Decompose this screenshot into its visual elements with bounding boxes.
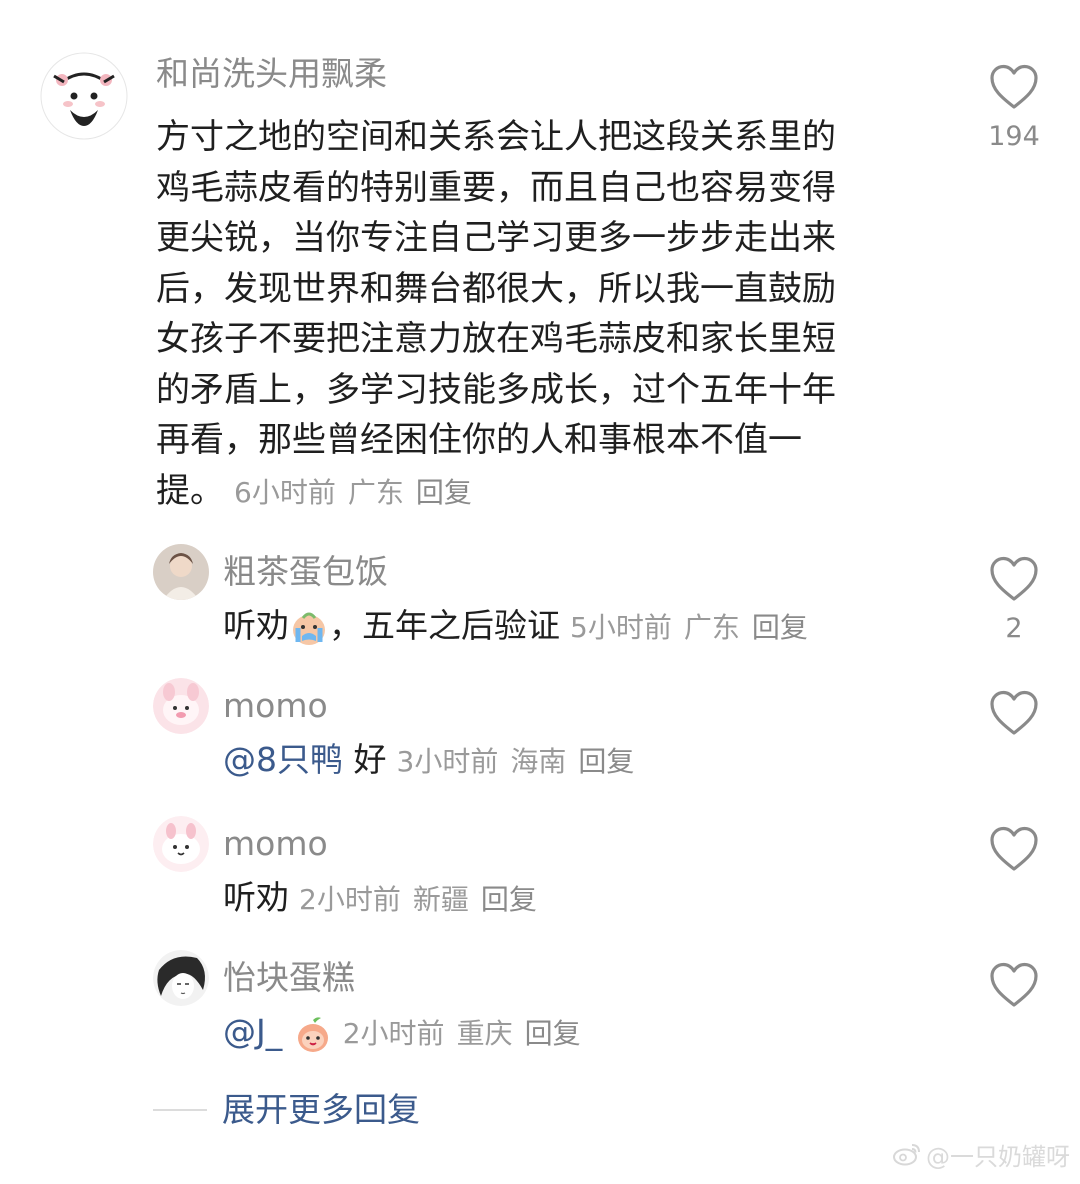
divider (153, 1109, 207, 1111)
avatar[interactable] (40, 52, 128, 140)
reply-item: momo @8只鸭 好 3小时前 海南 回复 (153, 678, 933, 779)
pink-bunny-avatar-icon (153, 678, 209, 734)
reply-location: 重庆 (456, 1017, 513, 1050)
reply-username[interactable]: momo (223, 822, 328, 866)
photo-avatar-icon (153, 544, 209, 600)
heart-icon (990, 962, 1038, 1007)
like-button[interactable] (984, 962, 1044, 1008)
cartoon-face-avatar-icon (40, 52, 128, 140)
reply-text-part: 听劝 (223, 878, 289, 917)
reply-button[interactable]: 回复 (578, 745, 634, 778)
reply-username[interactable]: momo (223, 684, 328, 728)
like-button[interactable] (984, 826, 1044, 872)
reply-item: momo 听劝 2小时前 新疆 回复 (153, 816, 933, 917)
reply-meta: 2小时前 重庆 回复 (343, 1017, 581, 1050)
reply-time: 2小时前 (299, 883, 401, 916)
comment-line: 后，发现世界和舞台都很大，所以我一直鼓励 (156, 268, 836, 309)
reply-location: 新疆 (412, 883, 469, 916)
comment-meta: 6小时前 广东 回复 (234, 476, 472, 509)
reply-text-part: 听劝 (223, 606, 289, 645)
heart-icon (990, 826, 1038, 871)
reply-meta: 2小时前 新疆 回复 (299, 883, 537, 916)
like-count: 194 (988, 121, 1040, 152)
reply-username[interactable]: 怡块蛋糕 (223, 956, 355, 1000)
avatar[interactable] (153, 544, 209, 600)
reply-meta: 3小时前 海南 回复 (397, 745, 635, 778)
reply-button[interactable]: 回复 (416, 476, 472, 509)
weibo-logo-icon (892, 1142, 922, 1174)
comment-text: 方寸之地的空间和关系会让人把这段关系里的 鸡毛蒜皮看的特别重要，而且自己也容易变… (156, 112, 916, 518)
comment-username[interactable]: 和尚洗头用飘柔 (156, 52, 387, 96)
crying-face-emoji-icon (289, 608, 329, 648)
reply-meta: 5小时前 广东 回复 (570, 611, 808, 644)
heart-icon (990, 690, 1038, 735)
comment-line: 方寸之地的空间和关系会让人把这段关系里的 (156, 117, 836, 157)
reply-time: 5小时前 (570, 611, 672, 644)
watermark-text: @一只奶罐呀 (926, 1143, 1070, 1171)
expand-more-replies-button[interactable]: 展开更多回复 (222, 1088, 420, 1132)
reply-location: 海南 (510, 745, 567, 778)
comment-line: 鸡毛蒜皮看的特别重要，而且自己也容易变得 (156, 167, 836, 208)
reply-text: 听劝 2小时前 新疆 回复 (223, 876, 537, 922)
reply-location: 广东 (683, 611, 740, 644)
pink-bunny-avatar-icon (153, 816, 209, 872)
heart-icon (990, 64, 1038, 109)
reply-time: 2小时前 (342, 1017, 445, 1050)
watermark: @一只奶罐呀 (892, 1141, 1070, 1174)
reply-button[interactable]: 回复 (525, 1017, 581, 1050)
comment-line: 更尖锐，当你专注自己学习更多一步步走出来 (156, 218, 836, 258)
comment-line: 提。 (156, 470, 224, 511)
reply-button[interactable]: 回复 (752, 611, 808, 644)
reply-text: 听劝 ，五年之后验证 5小时前 广东 回复 (223, 604, 808, 650)
like-count: 2 (1005, 613, 1023, 644)
reply-text: @J_ 2小时前 重庆 回复 (223, 1010, 581, 1056)
comment-line: 的矛盾上，多学习技能多成长，过个五年十年 (156, 369, 836, 410)
like-button[interactable]: 194 (984, 64, 1044, 154)
peach-face-emoji-icon (293, 1014, 333, 1054)
reply-username[interactable]: 粗茶蛋包饭 (223, 550, 388, 594)
reply-text-part: ，五年之后验证 (329, 606, 560, 645)
sketch-girl-avatar-icon (153, 950, 209, 1006)
mention-link[interactable]: @8只鸭 (223, 740, 343, 779)
like-button[interactable]: 2 (984, 556, 1044, 646)
like-button[interactable] (984, 690, 1044, 736)
comment-line: 女孩子不要把注意力放在鸡毛蒜皮和家长里短 (156, 319, 836, 359)
reply-button[interactable]: 回复 (481, 883, 537, 916)
reply-item: 粗茶蛋包饭 听劝 ，五年之后验证 5小时前 广东 回复 (153, 544, 933, 645)
comment-line: 再看，那些曾经困住你的人和事根本不值一 (156, 420, 802, 460)
avatar[interactable] (153, 678, 209, 734)
reply-text: @8只鸭 好 3小时前 海南 回复 (223, 738, 634, 784)
comment-location: 广东 (347, 475, 404, 509)
mention-link[interactable]: @J_ (223, 1012, 282, 1051)
reply-time: 3小时前 (396, 745, 499, 778)
avatar[interactable] (153, 950, 209, 1006)
comment-time: 6小时前 (234, 475, 336, 509)
avatar[interactable] (153, 816, 209, 872)
heart-icon (990, 556, 1038, 601)
reply-text-part: 好 (353, 740, 387, 779)
reply-item: 怡块蛋糕 @J_ 2小时前 重庆 回复 (153, 950, 933, 1052)
